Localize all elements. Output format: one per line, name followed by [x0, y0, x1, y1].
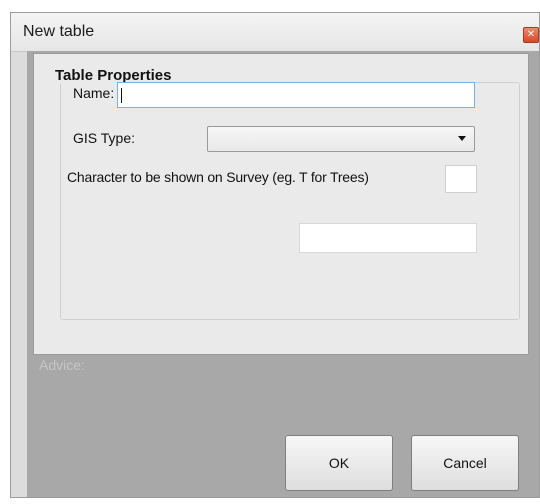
window-title: New table	[23, 23, 95, 40]
gis-type-label: GIS Type:	[73, 130, 135, 146]
ok-button[interactable]: OK	[285, 435, 393, 491]
chevron-down-icon	[458, 136, 466, 141]
extra-input[interactable]	[299, 223, 477, 253]
new-table-dialog: New table ✕ Advice: OK Cancel Table Prop…	[10, 12, 540, 498]
cancel-button[interactable]: Cancel	[411, 435, 519, 491]
character-label: Character to be shown on Survey (eg. T f…	[67, 169, 369, 185]
close-icon[interactable]: ✕	[523, 27, 539, 43]
name-input[interactable]	[117, 82, 475, 108]
title-bar: New table ✕	[11, 13, 539, 52]
text-caret	[121, 88, 122, 103]
table-properties-group	[60, 82, 520, 320]
name-label: Name:	[73, 85, 115, 101]
dialog-client-area: Advice: OK Cancel	[27, 51, 539, 497]
survey-character-input[interactable]	[445, 165, 477, 193]
advice-label: Advice:	[39, 357, 85, 373]
gis-type-select[interactable]	[207, 126, 475, 152]
